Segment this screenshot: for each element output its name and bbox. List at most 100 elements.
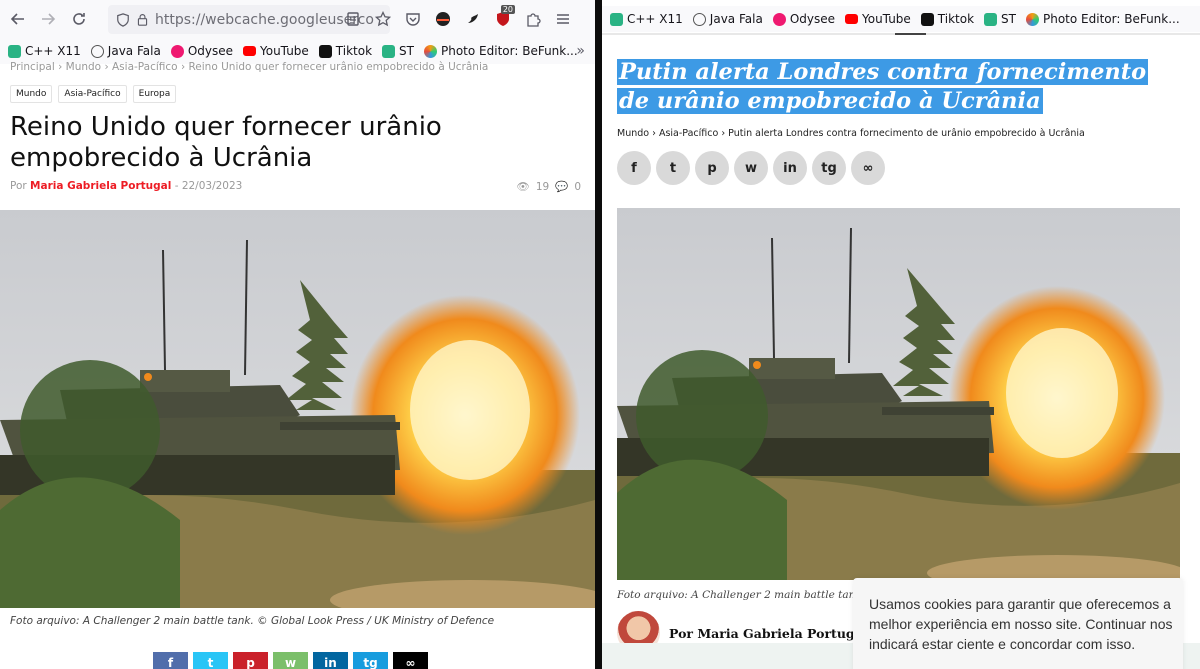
st-icon [382,44,396,58]
url-bar-actions [338,4,398,34]
share-facebook-button[interactable]: f [617,151,651,185]
facebook-icon: f [631,160,637,176]
bookmark-odysee[interactable]: Odysee [772,12,835,26]
active-bookmark-indicator [895,33,926,35]
bookmark-st[interactable]: ST [382,44,414,58]
copy-link-icon: ∞ [405,656,416,669]
article-hero-image [0,210,595,608]
tag-mundo[interactable]: Mundo [10,85,53,103]
bookmark-youtube[interactable]: YouTube [243,44,309,58]
share-linkedin-button[interactable]: in [313,652,348,669]
bookmark-java-fala[interactable]: Java Fala [692,12,763,26]
cookie-consent-notice: Usamos cookies para garantir que oferece… [853,578,1183,669]
tank-firing-photo [617,208,1180,580]
copy-link-button[interactable]: ∞ [393,652,428,669]
share-whatsapp-button[interactable]: w [273,652,308,669]
bookmark-befunky[interactable]: Photo Editor: BeFunk... [424,44,578,58]
byline-prefix: Por [10,180,27,192]
breadcrumb: Principal › Mundo › Asia-Pacífico › Rein… [10,61,488,73]
bookmark-befunky[interactable]: Photo Editor: BeFunk... [1026,12,1180,26]
extension-bird-icon [468,14,478,23]
tiktok-icon [920,12,934,26]
odysee-icon [170,44,184,58]
left-browser-window: https://webcache.googleuserco 20 C++ X11… [0,0,595,669]
share-pinterest-button[interactable]: p [695,151,729,185]
youtube-icon [845,14,858,24]
share-bar: f t p w in tg ∞ [153,652,428,669]
linkedin-icon: in [324,656,337,669]
ublock-button[interactable]: 20 [488,4,518,34]
author-name[interactable]: Por Maria Gabriela Portugal [669,626,868,641]
reader-view-button[interactable] [338,4,368,34]
extensions-area: 20 [398,4,578,34]
bookmarks-toolbar: C++ X11 Java Fala Odysee YouTube Tiktok … [602,6,1200,32]
breadcrumb-item[interactable]: Principal [10,61,55,73]
share-telegram-button[interactable]: tg [812,151,846,185]
bookmark-tiktok[interactable]: Tiktok [920,12,974,26]
forward-button[interactable] [33,4,63,34]
telegram-icon: tg [821,160,837,176]
reader-view-icon [347,12,359,26]
befunky-icon [1026,12,1039,26]
share-twitter-button[interactable]: t [193,652,228,669]
pocket-button[interactable] [398,4,428,34]
bookmark-odysee[interactable]: Odysee [170,44,233,58]
whatsapp-icon: w [284,656,297,669]
lock-icon [137,14,148,26]
tag-europa[interactable]: Europa [132,85,177,103]
hamburger-menu-icon [557,14,569,24]
copy-link-button[interactable]: ∞ [851,151,885,185]
breadcrumb-item[interactable]: Asia-Pacífico [112,61,178,73]
chevron-right-icon: › [104,61,112,73]
breadcrumb-item[interactable]: Asia-Pacífico [659,128,718,139]
arrow-left-icon [10,13,24,25]
extension-button-2[interactable] [458,4,488,34]
cookie-consent-text: Usamos cookies para garantir que oferece… [869,596,1173,652]
share-linkedin-button[interactable]: in [773,151,807,185]
share-whatsapp-button[interactable]: w [734,151,768,185]
extension-button[interactable] [428,4,458,34]
extensions-menu-button[interactable] [518,4,548,34]
shield-icon [117,12,129,27]
chevron-right-icon: › [652,128,659,139]
telegram-icon: tg [363,656,378,669]
back-button[interactable] [3,4,33,34]
bookmark-st[interactable]: ST [984,12,1016,26]
image-caption: Foto arquivo: A Challenger 2 main battle… [617,589,879,601]
tank-firing-photo [0,210,595,608]
globe-icon [90,44,104,58]
breadcrumb-item[interactable]: Mundo [66,61,101,73]
window-divider [595,0,602,669]
bookmark-cpp-x11[interactable]: C++ X11 [8,44,81,58]
share-twitter-button[interactable]: t [656,151,690,185]
bookmark-youtube[interactable]: YouTube [845,12,911,26]
article-title: Reino Unido quer fornecer urânio empobre… [10,112,442,173]
odysee-icon [772,12,786,26]
tiktok-icon [318,44,332,58]
share-bar: f t p w in tg ∞ [617,151,885,185]
st-icon [984,12,998,26]
copy-link-icon: ∞ [862,160,874,176]
reload-button[interactable] [64,4,94,34]
tag-asia-pacifico[interactable]: Asia-Pacífico [58,85,127,103]
author-link[interactable]: Maria Gabriela Portugal [30,180,171,192]
bookmark-cpp-x11[interactable]: C++ X11 [610,12,683,26]
pocket-icon [406,13,420,26]
breadcrumb: Mundo › Asia-Pacífico › Putin alerta Lon… [617,128,1085,139]
byline: Por Maria Gabriela Portugal - 22/03/2023 [10,180,242,192]
bookmark-star-button[interactable] [368,4,398,34]
bookmark-tiktok[interactable]: Tiktok [318,44,372,58]
share-facebook-button[interactable]: f [153,652,188,669]
share-pinterest-button[interactable]: p [233,652,268,669]
bookmark-java-fala[interactable]: Java Fala [90,44,161,58]
app-menu-button[interactable] [548,4,578,34]
star-icon [375,11,391,27]
breadcrumb-current: Reino Unido quer fornecer urânio empobre… [188,61,489,73]
bookmarks-overflow-icon[interactable]: » [576,43,585,59]
views-count: 19 [535,180,550,193]
publish-date: - 22/03/2023 [174,180,243,192]
share-telegram-button[interactable]: tg [353,652,388,669]
ublock-badge: 20 [500,5,515,14]
youtube-icon [243,46,256,56]
breadcrumb-item[interactable]: Mundo [617,128,649,139]
